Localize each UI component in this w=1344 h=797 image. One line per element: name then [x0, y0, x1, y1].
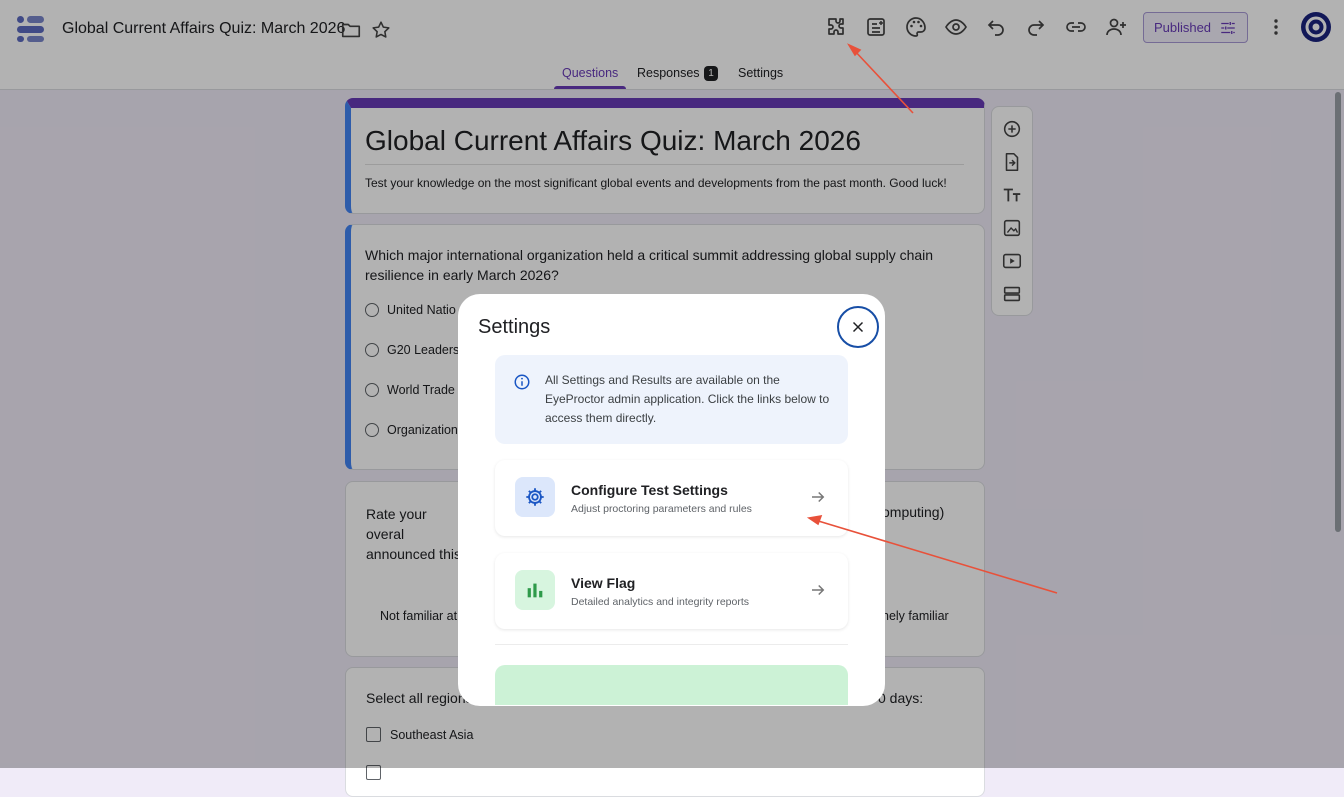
- row-subtitle: Adjust proctoring parameters and rules: [571, 503, 752, 515]
- gear-icon: [515, 477, 555, 517]
- partial-link-row[interactable]: [495, 665, 848, 705]
- row-title: Configure Test Settings: [571, 482, 728, 498]
- row-subtitle: Detailed analytics and integrity reports: [571, 596, 750, 608]
- info-icon: [514, 374, 530, 390]
- info-text: All Settings and Results are available o…: [545, 373, 830, 425]
- close-icon: [852, 321, 864, 333]
- configure-test-settings-link[interactable]: Configure Test Settings Adjust proctorin…: [495, 460, 848, 536]
- info-banner: All Settings and Results are available o…: [495, 355, 848, 444]
- arrow-right-icon: [812, 584, 825, 596]
- close-button[interactable]: [837, 306, 879, 348]
- row-title: View Flag: [571, 575, 636, 591]
- view-flag-link[interactable]: View Flag Detailed analytics and integri…: [495, 553, 848, 629]
- arrow-right-icon: [812, 491, 825, 503]
- bar-chart-icon: [515, 570, 555, 610]
- settings-dialog: Settings All Settings and Results are av…: [458, 294, 885, 706]
- dialog-title: Settings: [478, 316, 551, 338]
- divider: [495, 644, 848, 645]
